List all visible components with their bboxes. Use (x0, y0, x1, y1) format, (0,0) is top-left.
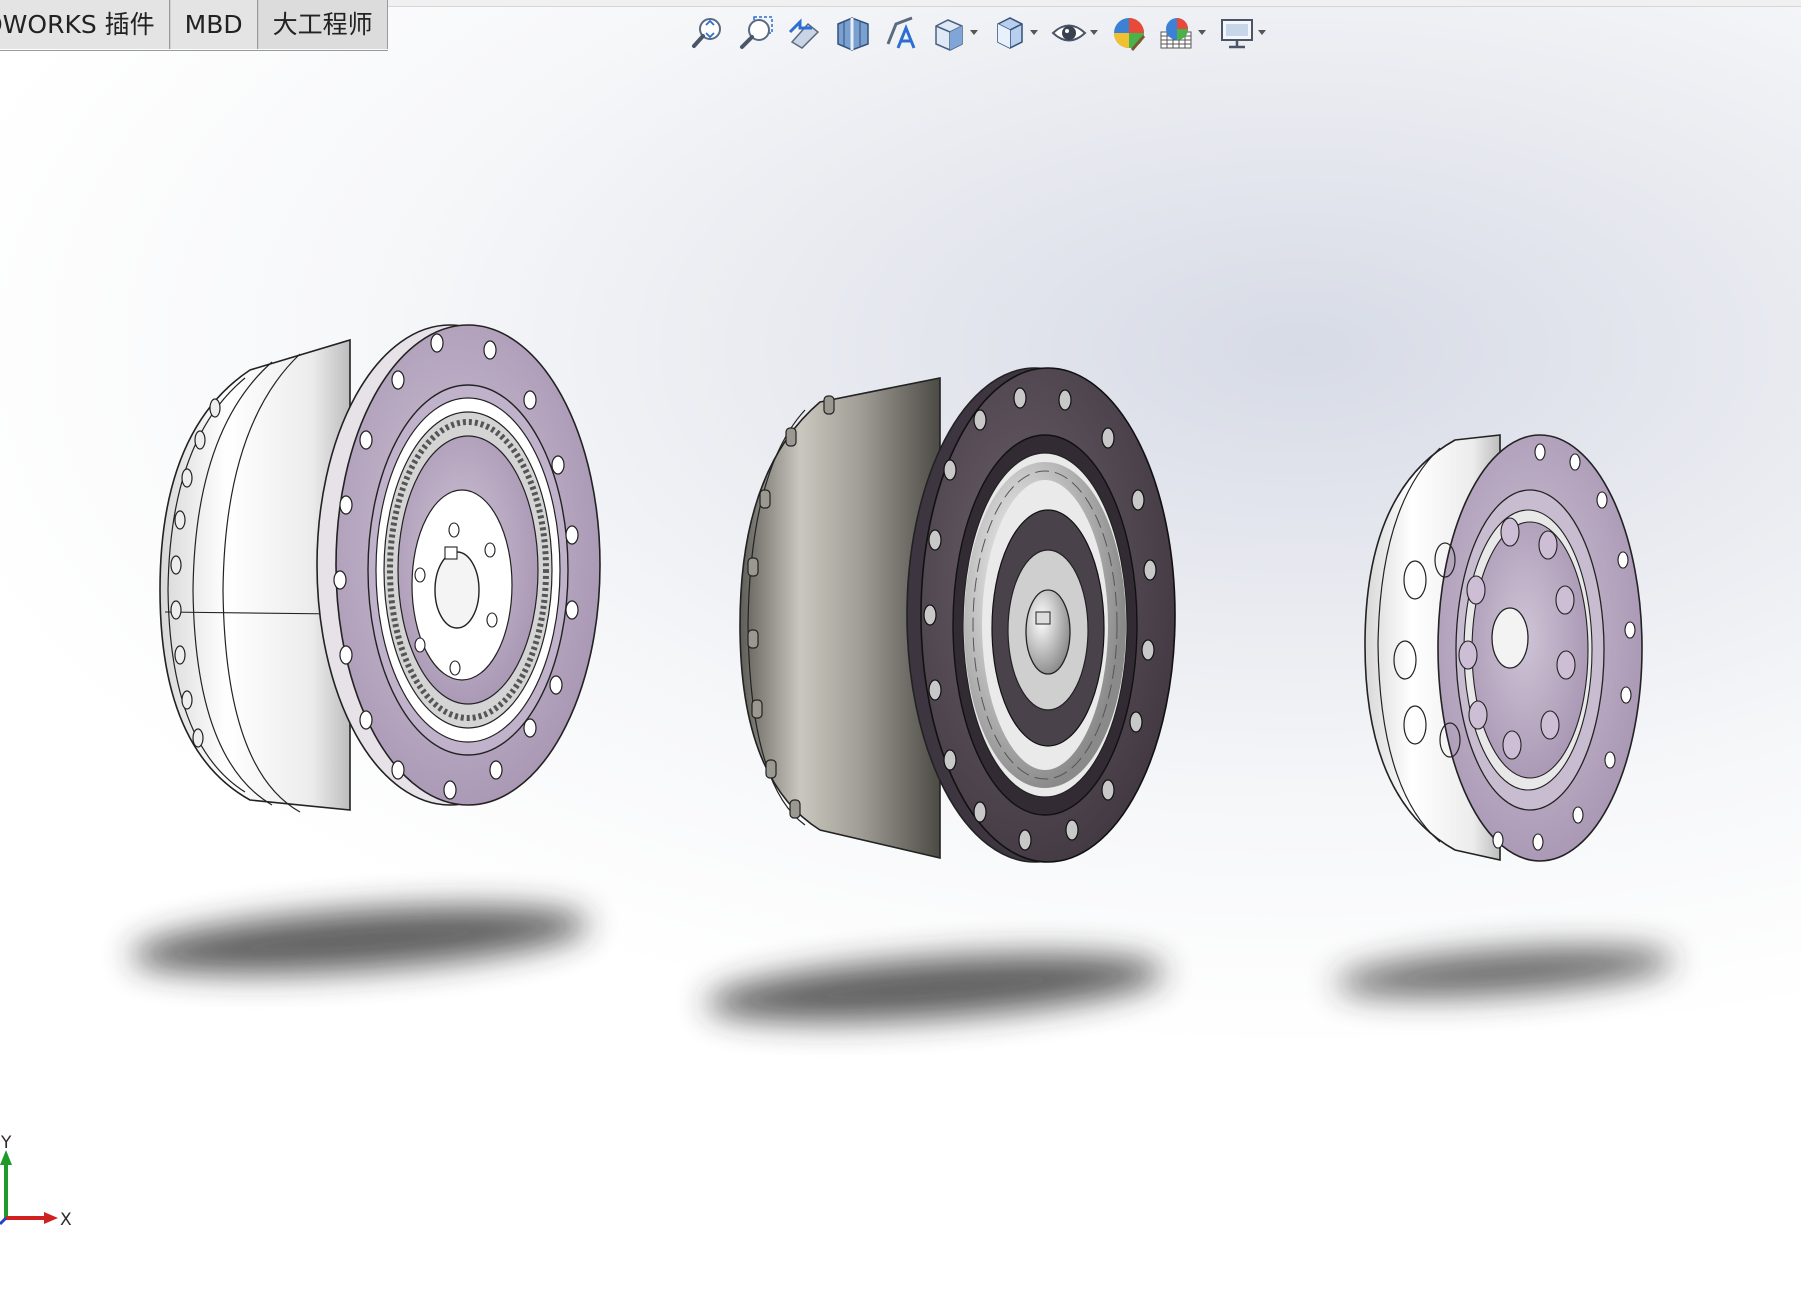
hide-show-items-button[interactable] (1050, 14, 1100, 52)
dynamic-annotation-view-button[interactable] (882, 14, 920, 52)
gear-reducer-part-1[interactable] (159, 324, 601, 813)
ground-shadows (130, 906, 1675, 1022)
edit-appearance-button[interactable] (1110, 14, 1148, 52)
view-orientation-button[interactable] (930, 14, 980, 52)
triad-x-label: X (60, 1210, 72, 1230)
tab-mbd[interactable]: MBD (169, 0, 258, 49)
command-manager-tabs: OWORKS 插件 MBD 大工程师 (0, 0, 388, 51)
edit-appearance-icon (1114, 18, 1146, 51)
display-style-button[interactable] (990, 14, 1040, 52)
section-view-icon (837, 17, 869, 51)
apply-scene-button[interactable] (1158, 14, 1208, 52)
tab-solidworks-addins[interactable]: OWORKS 插件 (0, 0, 170, 49)
reference-triad: Y X (0, 1133, 72, 1230)
view-orientation-icon (935, 19, 963, 51)
previous-view-icon (788, 18, 820, 49)
chevron-down-icon[interactable] (1256, 14, 1268, 52)
view-settings-icon (1221, 19, 1253, 49)
section-view-button[interactable] (834, 14, 872, 52)
hide-show-items-icon (1051, 24, 1087, 42)
gear-reducer-part-2[interactable] (739, 367, 1176, 863)
display-style-icon (997, 17, 1023, 49)
apply-scene-icon (1160, 18, 1192, 49)
zoom-to-fit-icon (692, 18, 721, 48)
zoom-to-area-button[interactable] (738, 14, 776, 52)
tab-da-gong-cheng-shi[interactable]: 大工程师 (257, 0, 388, 49)
graphics-area[interactable] (0, 50, 1801, 1297)
chevron-down-icon[interactable] (1196, 14, 1208, 52)
zoom-to-area-icon (740, 16, 773, 49)
dynamic-annotation-icon (886, 16, 916, 49)
chevron-down-icon[interactable] (968, 14, 980, 52)
gear-reducer-part-3[interactable] (1364, 434, 1643, 862)
chevron-down-icon[interactable] (1088, 14, 1100, 52)
chevron-down-icon[interactable] (1028, 14, 1040, 52)
view-settings-button[interactable] (1218, 14, 1268, 52)
zoom-to-fit-button[interactable] (690, 14, 728, 52)
triad-y-label: Y (0, 1133, 12, 1153)
previous-view-button[interactable] (786, 14, 824, 52)
